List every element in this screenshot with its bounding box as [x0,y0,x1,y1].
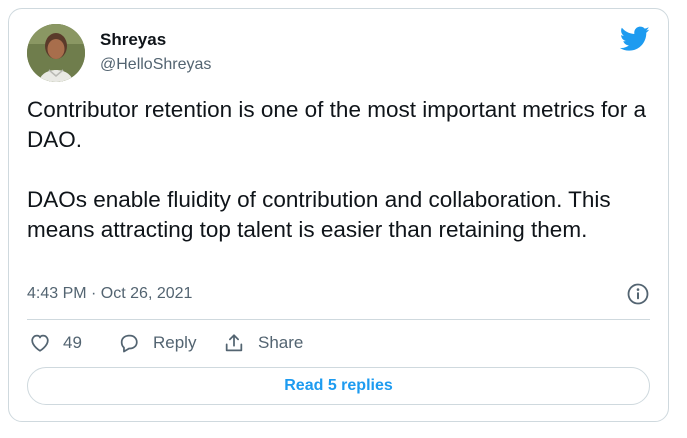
share-label: Share [258,333,304,352]
twitter-bird-icon[interactable] [620,26,650,52]
avatar-image [27,24,85,82]
avatar[interactable] [27,24,85,82]
reply-label: Reply [153,333,197,352]
tweet-card: Shreyas @HelloShreyas Contributor retent… [8,8,669,422]
reply-bubble-icon [120,334,138,353]
info-icon[interactable] [626,282,650,306]
heart-icon [31,334,49,352]
tweet-header: Shreyas @HelloShreyas [27,24,650,84]
tweet-meta: 4:43 PM · Oct 26, 2021 [27,282,650,308]
like-button[interactable]: 49 [29,327,82,359]
timestamp[interactable]: 4:43 PM · Oct 26, 2021 [27,285,192,303]
read-replies-button[interactable]: Read 5 replies [27,367,650,405]
tweet-paragraph: Contributor retention is one of the most… [27,97,647,152]
user-name[interactable]: Shreyas [100,30,166,50]
like-count: 49 [63,333,82,352]
share-icon [225,334,243,352]
divider [27,319,650,320]
share-button[interactable]: Share [223,327,303,359]
action-bar: 49 Reply Share [27,327,650,359]
user-handle[interactable]: @HelloShreyas [100,56,211,74]
tweet-paragraph: DAOs enable fluidity of contribution and… [27,187,611,242]
reply-button[interactable]: Reply [118,327,196,359]
tweet-text: Contributor retention is one of the most… [27,95,647,245]
